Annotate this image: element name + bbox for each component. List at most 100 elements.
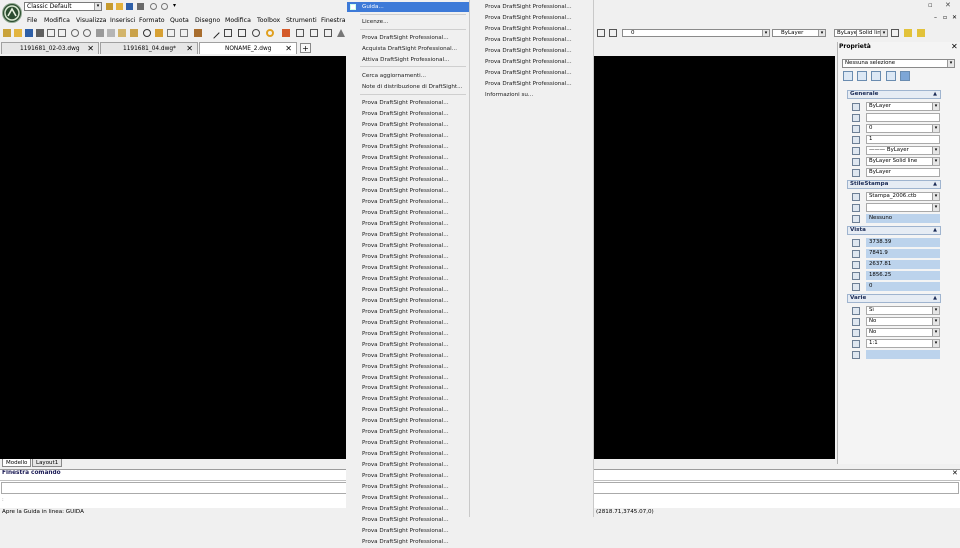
collapse-icon[interactable]: ▲ [933,181,937,188]
property-value[interactable]: 0 ▾ [866,124,940,133]
menu-item[interactable]: Prova DraftSight Professional... [362,405,449,416]
property-value[interactable] [866,113,940,122]
property-value[interactable]: 0 [866,282,940,291]
chevron-down-icon[interactable]: ▾ [932,318,939,325]
help-icon[interactable] [900,71,910,81]
menu-item[interactable]: Prova DraftSight Professional... [362,427,449,438]
menu-item[interactable]: Prova DraftSight Professional... [362,98,449,109]
menu-item[interactable]: Prova DraftSight Professional... [362,318,449,329]
undo-icon[interactable] [71,29,79,37]
menu-item[interactable]: Prova DraftSight Professional... [362,120,449,131]
submenu-item[interactable]: Informazioni su... [485,90,533,101]
menu-item[interactable]: Prova DraftSight Professional... [362,142,449,153]
menu-item[interactable]: Prova DraftSight Professional... [362,526,449,537]
selection-select[interactable]: Nessuna selezione ▾ [842,59,955,68]
menu-item[interactable]: Prova DraftSight Professional... [362,296,449,307]
layer-manager-icon[interactable] [597,29,605,37]
pencil-icon[interactable] [155,29,163,37]
menu-visualizza[interactable]: Visualizza [76,16,106,26]
menu-item[interactable]: Prova DraftSight Professional... [362,471,449,482]
menu-item[interactable]: Prova DraftSight Professional... [362,164,449,175]
menu-file[interactable]: File [27,16,37,26]
section-header-generale[interactable]: Generale ▲ [847,90,941,99]
menu-item-guida[interactable]: Guida... [347,2,469,12]
chevron-down-icon[interactable]: ▾ [947,60,954,67]
close-window-icon[interactable]: ✕ [945,1,951,9]
collapse-icon[interactable]: ▲ [933,295,937,302]
menu-item[interactable]: Prova DraftSight Professional... [362,241,449,252]
tab-document-3[interactable]: NONAME_2.dwg ✕ [199,42,297,54]
customize-quick-access-icon[interactable]: ▾ [173,2,176,9]
zoom-icon[interactable] [143,29,151,37]
match-properties-icon[interactable] [130,29,138,37]
menu-item[interactable]: Prova DraftSight Professional... [362,493,449,504]
publish-icon[interactable] [58,29,66,37]
menu-item[interactable]: Prova DraftSight Professional... [362,482,449,493]
property-value[interactable]: 2637.81 [866,260,940,269]
menu-item[interactable]: Prova DraftSight Professional... [362,208,449,219]
chevron-down-icon[interactable]: ▾ [932,193,939,200]
open-file-icon[interactable] [116,3,123,10]
chevron-down-icon[interactable]: ▾ [932,204,939,211]
quick-select-icon[interactable] [871,71,881,81]
menu-modifica[interactable]: Modifica [44,16,70,26]
menu-item[interactable]: Prova DraftSight Professional... [362,131,449,142]
property-value[interactable]: ——— ByLayer ▾ [866,146,940,155]
submenu-item[interactable]: Prova DraftSight Professional... [485,35,572,46]
submenu-item[interactable]: Prova DraftSight Professional... [485,68,572,79]
menu-item[interactable]: Prova DraftSight Professional... [362,252,449,263]
close-icon[interactable]: ✕ [285,43,292,55]
style-icon[interactable] [904,29,912,37]
submenu-item[interactable]: Prova DraftSight Professional... [485,46,572,57]
property-value[interactable]: Stampa_2006.ctb ▾ [866,192,940,201]
select-objects-icon[interactable] [857,71,867,81]
menu-item[interactable]: Prova DraftSight Professional... [362,33,449,44]
chevron-down-icon[interactable]: ▾ [762,30,769,36]
rectangle-icon[interactable] [238,29,246,37]
menu-item[interactable]: Prova DraftSight Professional... [362,153,449,164]
property-value[interactable]: No ▾ [866,317,940,326]
insert-icon[interactable] [180,29,188,37]
menu-item[interactable]: Prova DraftSight Professional... [362,340,449,351]
undo-icon[interactable] [150,3,157,10]
property-value[interactable] [866,350,940,359]
section-header-varie[interactable]: Varie ▲ [847,294,941,303]
mirror-icon[interactable] [337,29,345,37]
chevron-down-icon[interactable]: ▾ [932,329,939,336]
menu-toolbox[interactable]: Toolbox [257,16,280,26]
menu-item[interactable]: Prova DraftSight Professional... [362,274,449,285]
chevron-down-icon[interactable]: ▾ [932,103,939,110]
menu-item[interactable]: Prova DraftSight Professional... [362,197,449,208]
chevron-down-icon[interactable]: ▾ [932,147,939,154]
design-resources-icon[interactable] [194,29,202,37]
menu-item[interactable]: Prova DraftSight Professional... [362,362,449,373]
copy-entity-icon[interactable] [310,29,318,37]
submenu-item[interactable]: Prova DraftSight Professional... [485,24,572,35]
line-icon[interactable] [208,27,220,39]
menu-item[interactable]: Acquista DraftSight Professional... [362,44,457,55]
menu-formato[interactable]: Formato [139,16,165,26]
chevron-down-icon[interactable]: ▾ [880,30,887,36]
collapse-icon[interactable]: ▲ [933,227,937,234]
property-value[interactable]: Sì ▾ [866,306,940,315]
property-value[interactable]: No ▾ [866,328,940,337]
move-icon[interactable] [296,29,304,37]
menu-item[interactable]: Prova DraftSight Professional... [362,373,449,384]
menu-inserisci[interactable]: Inserisci [110,16,135,26]
menu-quota[interactable]: Quota [170,16,189,26]
property-value[interactable]: 3738.39 [866,238,940,247]
menu-item[interactable]: Prova DraftSight Professional... [362,307,449,318]
chevron-down-icon[interactable]: ▾ [932,340,939,347]
new-icon[interactable] [3,29,11,37]
tab-layout1[interactable]: Layout1 [32,459,63,467]
new-file-icon[interactable] [106,3,113,10]
paste-icon[interactable] [118,29,126,37]
close-doc-icon[interactable]: ✕ [952,14,957,21]
filter-icon[interactable] [886,71,896,81]
close-icon[interactable]: ✕ [186,43,193,55]
menu-modifica-2[interactable]: Modifica [225,16,251,26]
property-value[interactable]: Nessuno [866,214,940,223]
menu-item[interactable]: Prova DraftSight Professional... [362,351,449,362]
tab-model[interactable]: Modello [2,459,32,467]
property-value[interactable]: 7841.9 [866,249,940,258]
